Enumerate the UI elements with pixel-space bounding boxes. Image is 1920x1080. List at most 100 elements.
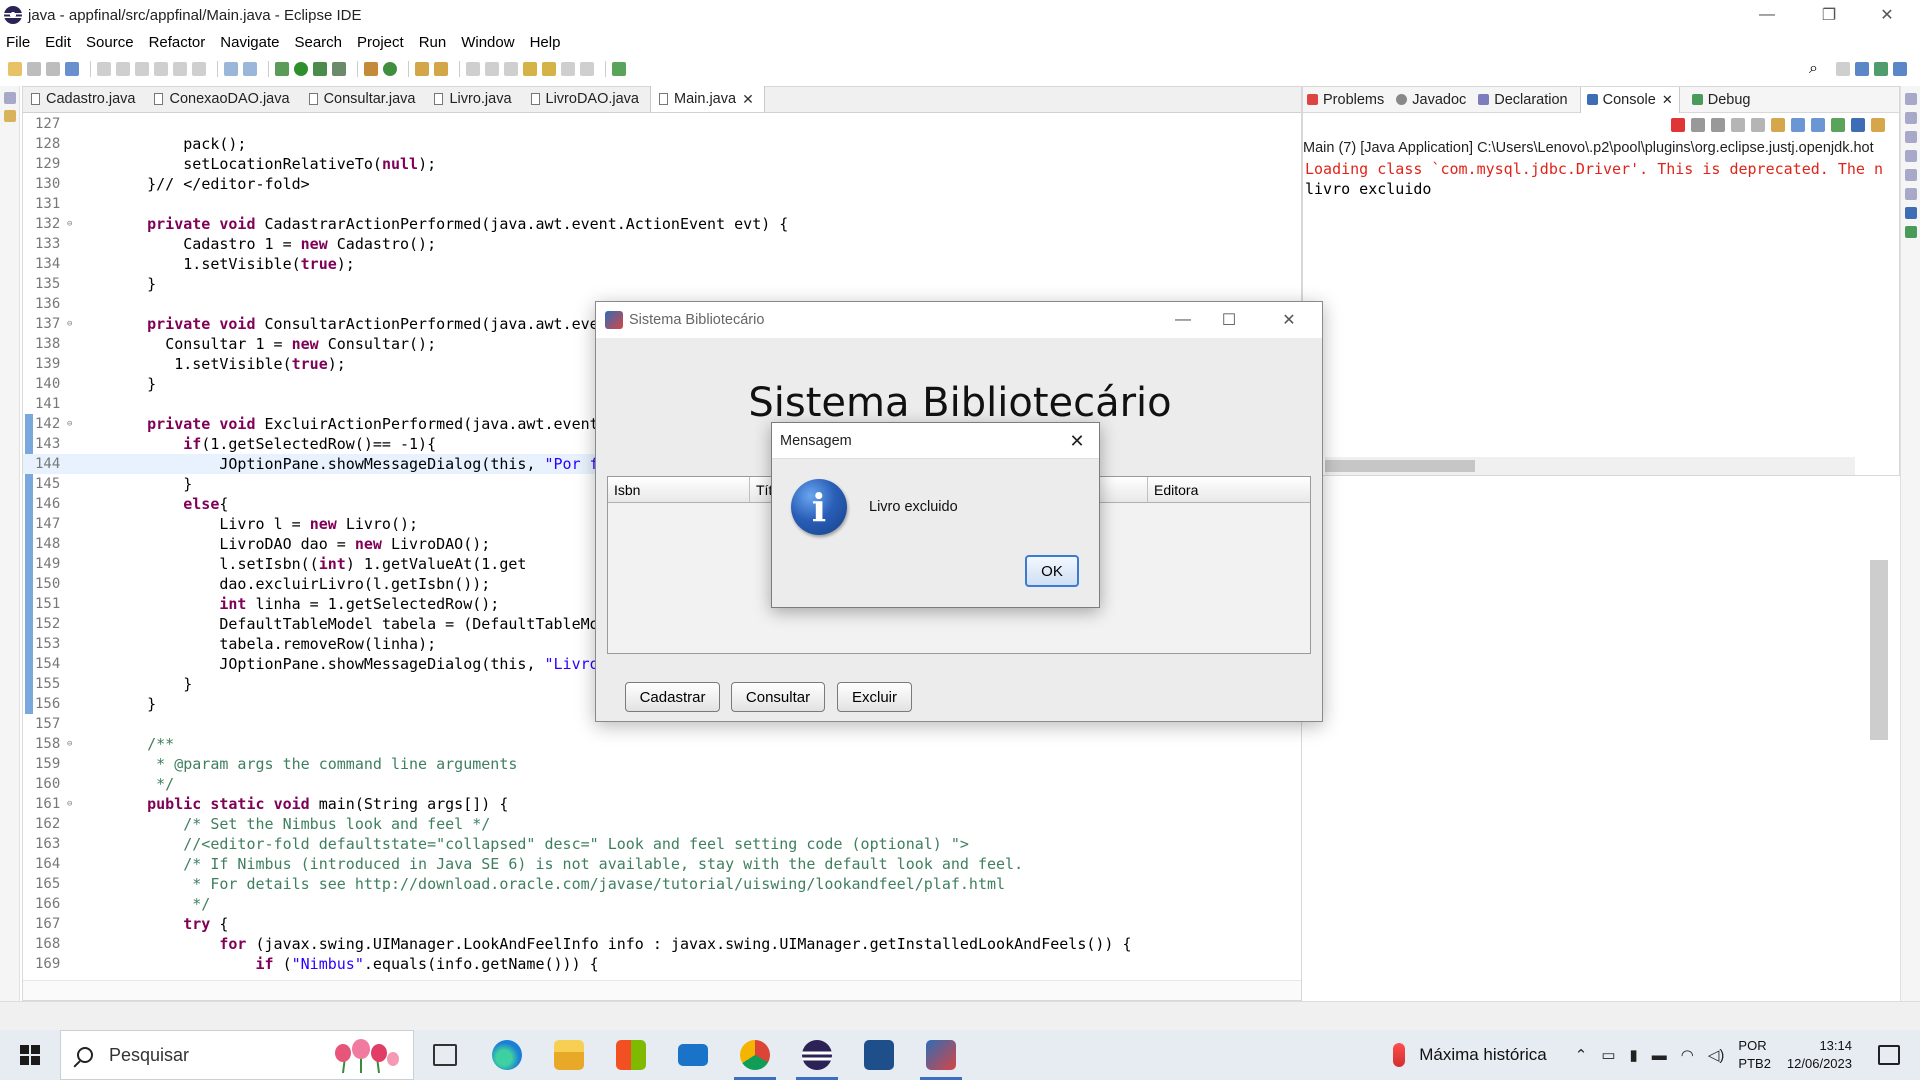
netbeans-button[interactable] <box>848 1030 910 1080</box>
input-language[interactable]: POR PTB2 <box>1738 1037 1771 1073</box>
declaration-view-icon[interactable] <box>1905 188 1917 200</box>
code-line[interactable]: 169 if ("Nimbus".equals(info.getName()))… <box>23 954 1301 974</box>
external-tools-icon[interactable] <box>332 62 346 76</box>
code-line[interactable]: 130 }// </editor-fold> <box>23 174 1301 194</box>
battery-icon[interactable]: ▬ <box>1652 1047 1667 1064</box>
restore-view-icon[interactable] <box>4 92 16 104</box>
microsoft-store-button[interactable] <box>600 1030 662 1080</box>
dialog-close-button[interactable]: ✕ <box>1055 423 1099 459</box>
notifications-icon[interactable] <box>1878 1045 1900 1065</box>
meet-now-icon[interactable]: ▭ <box>1601 1046 1615 1064</box>
java-perspective-icon[interactable] <box>1855 62 1869 76</box>
back-icon[interactable] <box>523 62 537 76</box>
tab-console[interactable]: Console ✕ <box>1579 86 1680 113</box>
edge-button[interactable] <box>476 1030 538 1080</box>
debug-perspective-icon[interactable] <box>1874 62 1888 76</box>
step-into-icon[interactable] <box>173 62 187 76</box>
mail-button[interactable] <box>662 1030 724 1080</box>
fold-toggle-icon[interactable]: ⊖ <box>67 214 72 234</box>
code-line[interactable]: 168 for (javax.swing.UIManager.LookAndFe… <box>23 934 1301 954</box>
fold-toggle-icon[interactable]: ⊖ <box>67 734 72 754</box>
code-line[interactable]: 131 <box>23 194 1301 214</box>
scroll-thumb[interactable] <box>1325 460 1475 472</box>
code-line[interactable]: 129 setLocationRelativeTo(null); <box>23 154 1301 174</box>
task-view-button[interactable] <box>414 1030 476 1080</box>
tab-javadoc[interactable]: Javadoc <box>1396 92 1466 108</box>
scroll-lock-icon[interactable] <box>1751 118 1765 132</box>
chrome-button[interactable] <box>724 1030 786 1080</box>
pin-editor-icon[interactable] <box>612 62 626 76</box>
debug-icon[interactable] <box>275 62 289 76</box>
code-line[interactable]: 128 pack(); <box>23 134 1301 154</box>
minimize-button[interactable]: — <box>1744 0 1790 30</box>
start-button[interactable] <box>0 1030 60 1080</box>
terminate-icon[interactable] <box>154 62 168 76</box>
coverage-icon[interactable] <box>313 62 327 76</box>
tab-declaration[interactable]: Declaration <box>1478 92 1568 108</box>
outline-icon[interactable] <box>1905 112 1917 124</box>
package-explorer-icon[interactable] <box>4 110 16 122</box>
terminal-icon[interactable] <box>65 62 79 76</box>
annotation-prev-icon[interactable] <box>485 62 499 76</box>
open-type-icon[interactable] <box>415 62 429 76</box>
tab-main-java[interactable]: Main.java ✕ <box>650 86 765 112</box>
consultar-button[interactable]: Consultar <box>731 682 825 712</box>
save-all-icon[interactable] <box>46 62 60 76</box>
tab-debug[interactable]: Debug <box>1691 92 1750 108</box>
menu-source[interactable]: Source <box>86 34 134 51</box>
new-class-icon[interactable] <box>383 62 397 76</box>
excluir-button[interactable]: Excluir <box>837 682 912 712</box>
close-tab-icon[interactable]: ✕ <box>742 91 754 108</box>
annotation-next-icon[interactable] <box>466 62 480 76</box>
open-console-icon[interactable] <box>1871 118 1885 132</box>
menu-edit[interactable]: Edit <box>45 34 71 51</box>
code-line[interactable]: 127 <box>23 114 1301 134</box>
console-horizontal-scrollbar[interactable] <box>1325 457 1855 475</box>
weather-widget[interactable]: Máxima histórica <box>1393 1043 1547 1067</box>
new-icon[interactable] <box>8 62 22 76</box>
code-line[interactable]: 163 //<editor-fold defaultstate="collaps… <box>23 834 1301 854</box>
javadoc-view-icon[interactable] <box>1905 169 1917 181</box>
column-header-isbn[interactable]: Isbn <box>608 477 750 502</box>
code-line[interactable]: 134 1.setVisible(true); <box>23 254 1301 274</box>
tab-problems[interactable]: Problems <box>1307 92 1384 108</box>
volume-icon[interactable]: ◁) <box>1708 1046 1725 1064</box>
menu-help[interactable]: Help <box>530 34 561 51</box>
save-icon[interactable] <box>27 62 41 76</box>
menu-search[interactable]: Search <box>294 34 342 51</box>
column-header-editora[interactable]: Editora <box>1148 477 1310 502</box>
fold-toggle-icon[interactable]: ⊖ <box>67 314 72 334</box>
menu-navigate[interactable]: Navigate <box>220 34 279 51</box>
search-icon[interactable]: ⌕ <box>1809 60 1818 78</box>
microphone-icon[interactable]: ▮ <box>1630 1046 1638 1064</box>
maximize-button[interactable]: ☐ <box>1206 302 1252 338</box>
remove-launch-icon[interactable] <box>1691 118 1705 132</box>
code-line[interactable]: 162 /* Set the Nimbus look and feel */ <box>23 814 1301 834</box>
code-line[interactable]: 161 ⊖ public static void main(String args… <box>23 794 1301 814</box>
clear-console-icon[interactable] <box>1731 118 1745 132</box>
open-perspective-icon[interactable] <box>1836 62 1850 76</box>
git-perspective-icon[interactable] <box>1893 62 1907 76</box>
code-line[interactable]: 132 ⊖ private void CadastrarActionPerform… <box>23 214 1301 234</box>
code-line[interactable]: 165 * For details see http://download.or… <box>23 874 1301 894</box>
fold-toggle-icon[interactable]: ⊖ <box>67 794 72 814</box>
code-line[interactable]: 166 */ <box>23 894 1301 914</box>
code-line[interactable]: 167 try { <box>23 914 1301 934</box>
terminate-icon[interactable] <box>1671 118 1685 132</box>
menu-project[interactable]: Project <box>357 34 404 51</box>
new-java-project-icon[interactable] <box>364 62 378 76</box>
eclipse-button[interactable] <box>786 1030 848 1080</box>
minimize-button[interactable]: — <box>1160 302 1206 338</box>
java-app-button[interactable] <box>910 1030 972 1080</box>
debug-view-icon[interactable] <box>1905 226 1917 238</box>
toggle-block-icon[interactable] <box>224 62 238 76</box>
menu-window[interactable]: Window <box>461 34 514 51</box>
editor-horizontal-scrollbar[interactable] <box>23 980 1301 1000</box>
clock[interactable]: 13:14 12/06/2023 <box>1787 1037 1852 1073</box>
tab-livro-java[interactable]: Livro.java <box>426 86 522 112</box>
menu-run[interactable]: Run <box>419 34 447 51</box>
problems-view-icon[interactable] <box>1905 150 1917 162</box>
code-line[interactable]: 158 ⊖ /** <box>23 734 1301 754</box>
chevron-up-icon[interactable]: ⌃ <box>1575 1046 1588 1064</box>
display-console-icon[interactable] <box>1851 118 1865 132</box>
